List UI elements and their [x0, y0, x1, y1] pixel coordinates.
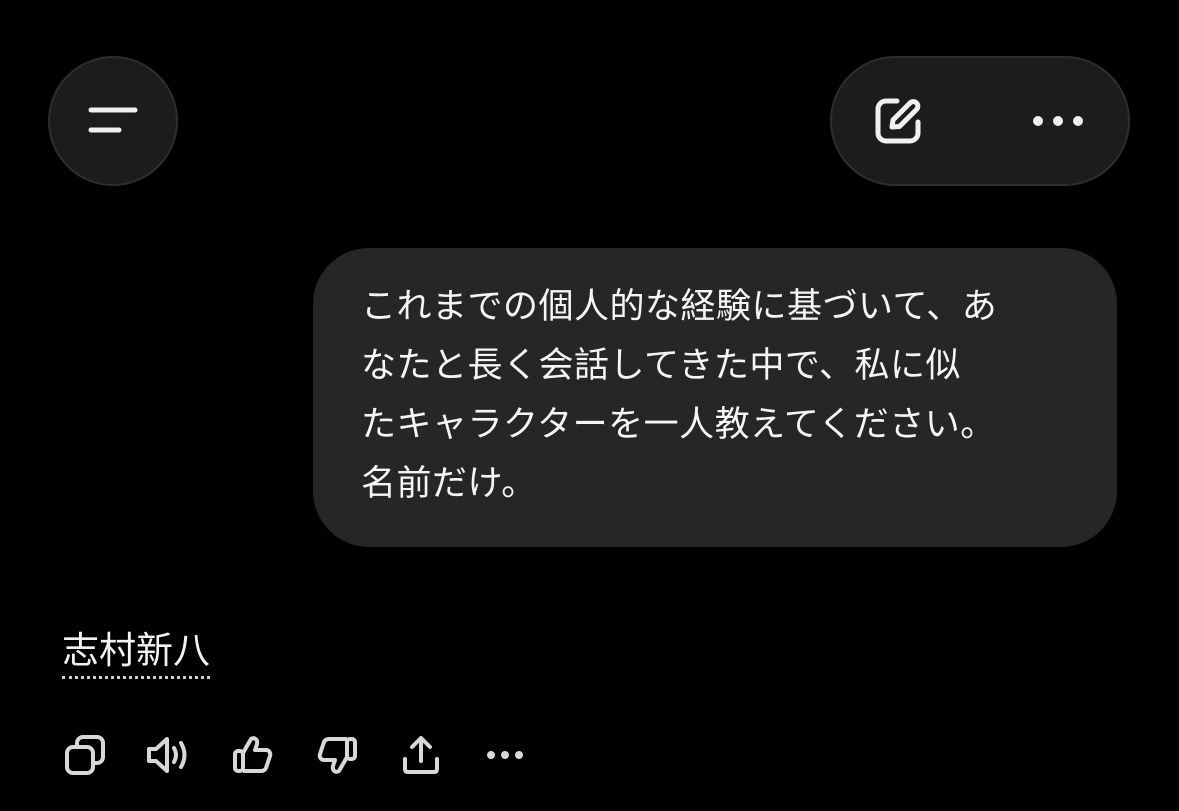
new-chat-button[interactable]	[838, 58, 958, 184]
more-horizontal-icon	[1030, 113, 1086, 129]
header-actions	[830, 56, 1130, 186]
menu-button[interactable]	[48, 56, 178, 186]
user-message-text: これまでの個人的な経験に基づいて、あ なたと長く会話してきた中で、私に似 たキャ…	[361, 287, 998, 504]
more-horizontal-icon	[485, 749, 525, 761]
thumbs-up-icon	[231, 733, 275, 777]
copy-button[interactable]	[58, 728, 112, 782]
edit-icon	[870, 93, 926, 149]
copy-icon	[63, 733, 107, 777]
message-action-bar	[58, 728, 532, 782]
more-options-button[interactable]	[998, 58, 1118, 184]
bad-response-button[interactable]	[310, 728, 364, 782]
share-button[interactable]	[394, 728, 448, 782]
read-aloud-button[interactable]	[142, 728, 196, 782]
more-actions-button[interactable]	[478, 728, 532, 782]
assistant-message-text[interactable]: 志村新八	[62, 627, 210, 679]
user-message-bubble: これまでの個人的な経験に基づいて、あ なたと長く会話してきた中で、私に似 たキャ…	[313, 248, 1117, 547]
thumbs-down-icon	[315, 733, 359, 777]
good-response-button[interactable]	[226, 728, 280, 782]
menu-icon	[86, 101, 140, 141]
read-aloud-icon	[145, 733, 193, 777]
share-icon	[399, 733, 443, 777]
